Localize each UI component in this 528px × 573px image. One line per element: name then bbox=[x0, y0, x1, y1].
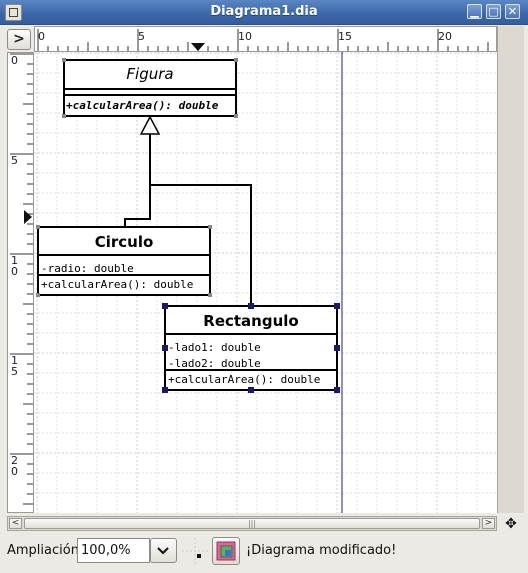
diagram-svg: Figura +calcularArea(): double Circulo -… bbox=[34, 52, 497, 513]
hruler-label: 5 bbox=[138, 30, 145, 43]
class-operation: +calcularArea(): double bbox=[41, 278, 193, 291]
class-attribute: -radio: double bbox=[41, 262, 134, 275]
selection-handle[interactable] bbox=[334, 345, 340, 351]
selection-handle bbox=[36, 225, 40, 229]
hruler-label: 0 bbox=[38, 30, 45, 43]
selection-handle bbox=[36, 293, 40, 297]
diagram-canvas[interactable]: Figura +calcularArea(): double Circulo -… bbox=[34, 52, 497, 513]
selection-handle bbox=[62, 114, 66, 118]
vruler-label: 5 bbox=[11, 365, 18, 378]
zoom-label: Ampliación bbox=[7, 543, 79, 558]
selection-handle[interactable] bbox=[248, 303, 254, 309]
selection-handle[interactable] bbox=[334, 387, 340, 393]
maximize-icon[interactable]: □ bbox=[486, 4, 501, 19]
zoom-dropdown-button[interactable] bbox=[150, 538, 177, 563]
hruler-label: 10 bbox=[238, 30, 252, 43]
chevron-right-icon: > bbox=[484, 518, 493, 528]
class-name: Circulo bbox=[95, 233, 154, 251]
toggle-toolbox-button[interactable]: > bbox=[7, 29, 31, 50]
vruler-label: 0 bbox=[11, 265, 18, 278]
layers-icon[interactable] bbox=[212, 537, 240, 565]
class-attribute: -lado2: double bbox=[168, 357, 261, 370]
class-circulo[interactable]: Circulo -radio: double +calcularArea(): … bbox=[36, 225, 212, 297]
selection-handle bbox=[234, 58, 238, 62]
inheritance-arrowhead bbox=[139, 115, 161, 135]
hruler-label: 15 bbox=[338, 30, 352, 43]
selection-handle[interactable] bbox=[162, 387, 168, 393]
class-operation: +calcularArea(): double bbox=[168, 373, 320, 386]
selection-handle[interactable] bbox=[162, 345, 168, 351]
vertical-ruler-svg: 0 5 1 0 1 5 2 0 bbox=[10, 53, 33, 505]
chevron-right-icon: > bbox=[13, 31, 25, 47]
selection-handle[interactable] bbox=[334, 303, 340, 309]
horizontal-ruler-svg: 0 5 10 15 20 bbox=[37, 29, 489, 51]
selection-handle[interactable] bbox=[162, 303, 168, 309]
selection-handle bbox=[234, 114, 238, 118]
vruler-label: 5 bbox=[11, 154, 18, 167]
vertical-scrollbar[interactable] bbox=[497, 26, 524, 513]
selection-handle bbox=[62, 58, 66, 62]
selection-handle[interactable] bbox=[248, 387, 254, 393]
window-title: Diagrama1.dia bbox=[210, 4, 318, 19]
scroll-left-button[interactable]: < bbox=[9, 518, 22, 529]
selection-handle bbox=[208, 225, 212, 229]
move-arrows-icon[interactable]: ✥ bbox=[503, 516, 519, 532]
minimize-icon[interactable]: ▁ bbox=[467, 4, 482, 19]
chevron-down-icon bbox=[157, 547, 169, 555]
class-figura[interactable]: Figura +calcularArea(): double bbox=[62, 58, 238, 118]
zoom-input[interactable] bbox=[77, 538, 150, 563]
vruler-label: 0 bbox=[11, 465, 18, 478]
snap-to-grid-icon[interactable] bbox=[182, 538, 208, 564]
status-message: ¡Diagrama modificado! bbox=[246, 543, 397, 558]
scroll-right-button[interactable]: > bbox=[482, 518, 495, 529]
class-name: Figura bbox=[126, 65, 173, 83]
horizontal-ruler: 0 5 10 15 20 bbox=[34, 26, 497, 52]
hruler-label: 20 bbox=[438, 30, 452, 43]
cursor-position-marker bbox=[24, 210, 32, 224]
class-attribute: -lado1: double bbox=[168, 341, 261, 354]
cursor-position-marker bbox=[191, 43, 205, 51]
chevron-left-icon: < bbox=[11, 518, 20, 528]
title-bar: Diagrama1.dia ▁ □ ✕ bbox=[0, 0, 528, 25]
class-operation: +calcularArea(): double bbox=[66, 99, 219, 112]
selection-handle bbox=[208, 293, 212, 297]
class-rectangulo[interactable]: Rectangulo -lado1: double -lado2: double… bbox=[162, 303, 340, 393]
vruler-label: 0 bbox=[11, 54, 18, 67]
scrollbar-thumb[interactable]: ||| bbox=[24, 518, 480, 529]
close-icon[interactable]: ✕ bbox=[505, 4, 520, 19]
vertical-ruler: 0 5 1 0 1 5 2 0 bbox=[7, 52, 34, 513]
class-name: Rectangulo bbox=[203, 312, 298, 330]
horizontal-scrollbar[interactable]: < ||| > bbox=[7, 516, 497, 531]
status-bar: Ampliación ¡Diagrama modificado! bbox=[0, 534, 528, 573]
